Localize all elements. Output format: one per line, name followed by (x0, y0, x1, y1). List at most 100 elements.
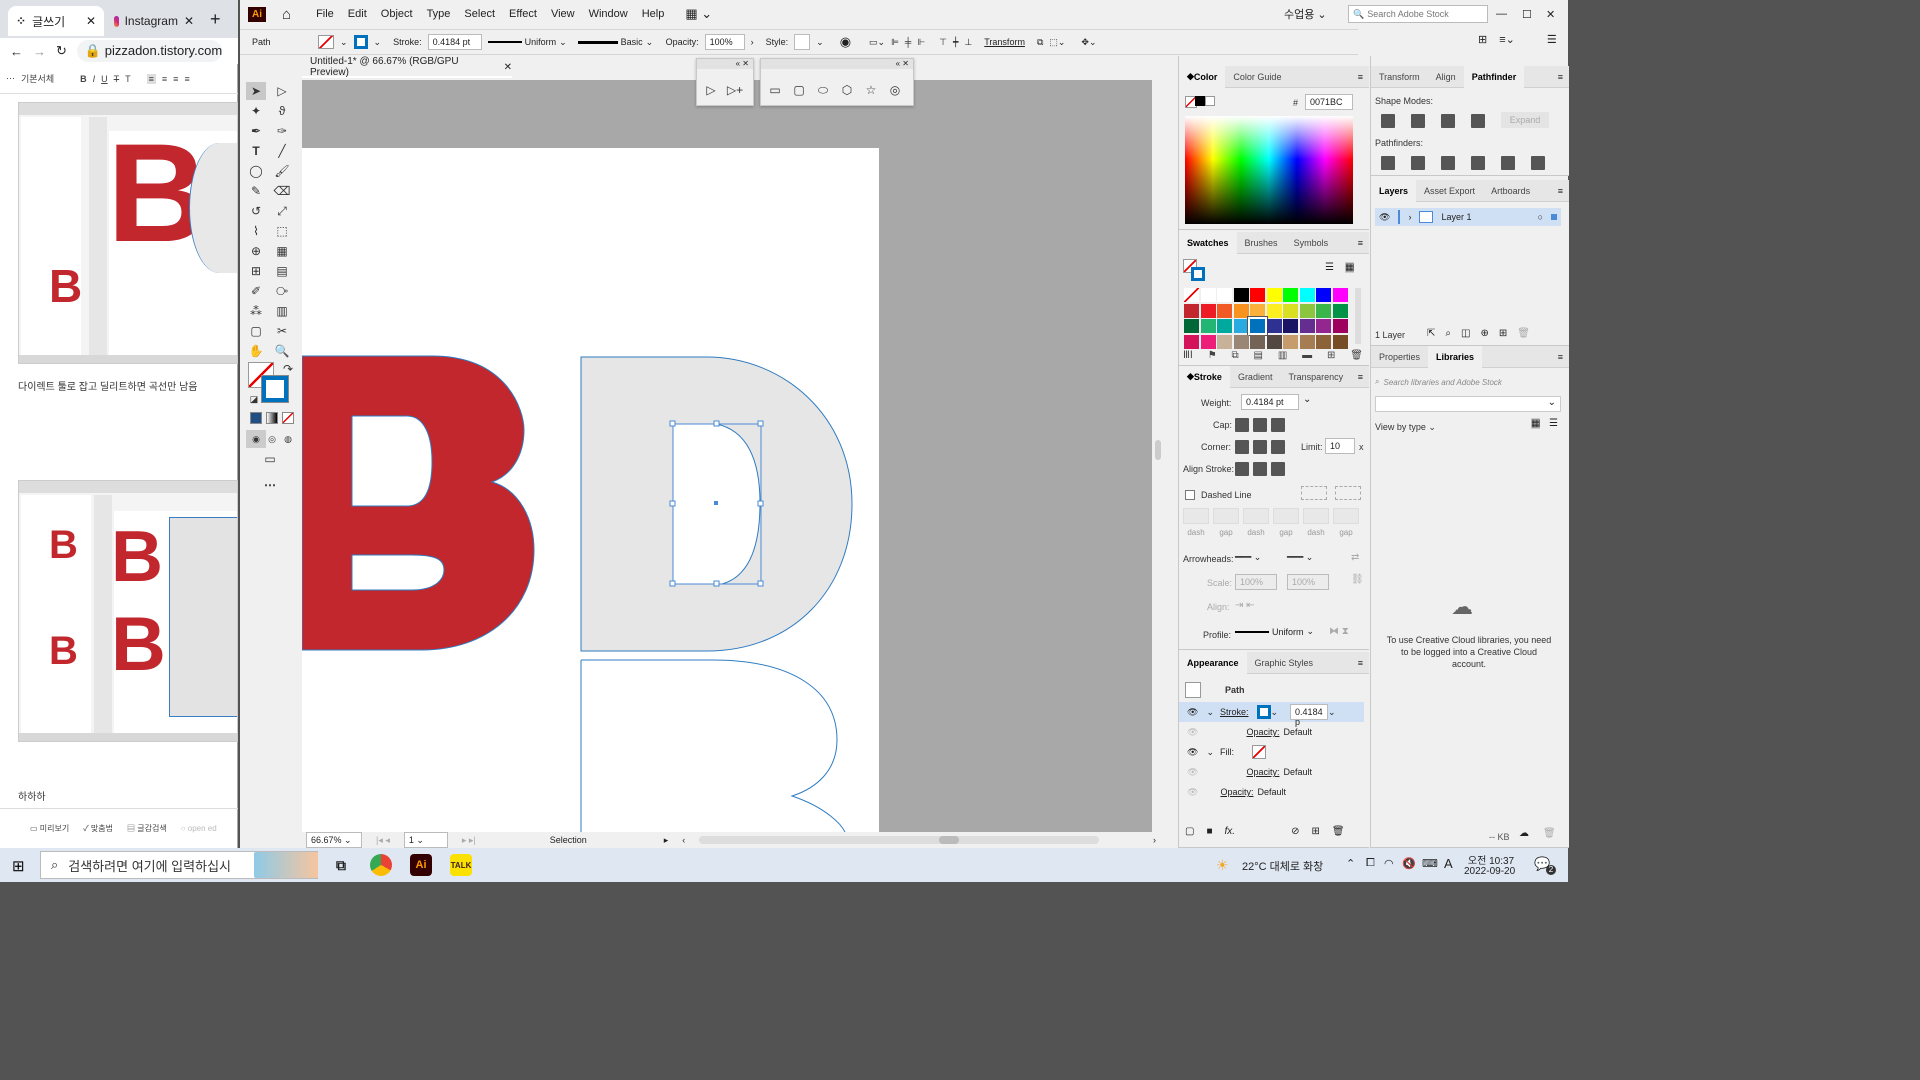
tab-brushes[interactable]: Brushes (1237, 232, 1286, 254)
first-artboard-icon[interactable]: |◂ ◂ (376, 835, 390, 846)
tab-stroke[interactable]: ◆ Stroke (1179, 365, 1230, 388)
fill-swatch-none[interactable] (318, 35, 334, 49)
layer-name[interactable]: Layer 1 (1441, 212, 1471, 222)
align-left-icon[interactable]: ⊫ (891, 37, 899, 48)
trim-icon[interactable] (1411, 156, 1425, 170)
delete-icon[interactable]: 🗑 (1517, 328, 1530, 339)
swap-fill-stroke-icon[interactable]: ↷ (278, 360, 298, 378)
duplicate-item-icon[interactable]: ⊞ (1311, 826, 1319, 837)
artboard-number-field[interactable]: 1 ⌄ (403, 832, 448, 848)
dash-field-1[interactable] (1183, 508, 1209, 524)
maximize-button[interactable]: ☐ (1522, 8, 1532, 21)
weather-text[interactable]: 22°C 대체로 화창 (1242, 858, 1323, 874)
color-swatch[interactable] (1217, 334, 1232, 349)
isolate-icon[interactable]: ⧉ (1037, 37, 1043, 48)
color-swatch[interactable] (1250, 303, 1265, 318)
eye-icon[interactable]: 👁 (1187, 727, 1198, 738)
tab-layers[interactable]: Layers (1371, 179, 1417, 202)
color-swatch[interactable] (1248, 317, 1267, 335)
panel-menu-icon[interactable]: ≡ (1558, 72, 1563, 82)
panel-menu-icon[interactable]: ≡ (1358, 658, 1363, 668)
text-color-button[interactable]: T (125, 74, 131, 84)
screen-mode-icon[interactable]: ▭ (260, 450, 280, 468)
chevron-down-icon[interactable]: ⌄ (1328, 707, 1336, 718)
new-color-group-icon[interactable]: ▥ (1278, 350, 1287, 361)
swatch-library-icon[interactable]: ⅢⅠ (1183, 350, 1193, 361)
close-window-button[interactable]: ✕ (1546, 8, 1555, 21)
pen-tool-icon[interactable]: ✒ (246, 122, 266, 140)
home-icon[interactable]: ⌂ (282, 6, 291, 23)
target-icon[interactable]: ○ (1538, 212, 1543, 222)
show-kinds-icon[interactable]: ⚑ (1208, 350, 1217, 361)
draw-inside-icon[interactable]: ◍ (278, 430, 298, 448)
spellcheck-button[interactable]: ✓ 맞춤법 (83, 823, 113, 834)
select-similar-icon[interactable]: ⬚⌄ (1049, 37, 1065, 48)
panel-menu-icon[interactable]: ≡ (1558, 352, 1563, 362)
color-swatch[interactable] (1332, 334, 1348, 349)
color-swatch[interactable] (1184, 334, 1199, 349)
link-scale-icon[interactable]: ⛓ (1351, 574, 1364, 585)
list-view-icon[interactable]: ☰ (1549, 418, 1558, 429)
canvas-area[interactable] (302, 80, 1164, 832)
panel-toggle-icon[interactable]: ☰ (1547, 33, 1557, 46)
limit-field[interactable]: 10 (1325, 438, 1355, 454)
color-swatch[interactable] (1184, 288, 1199, 302)
gap-field-1[interactable] (1213, 508, 1239, 524)
color-swatch[interactable] (1200, 288, 1216, 302)
more-tools-icon[interactable]: ⋯ (260, 476, 280, 494)
scroll-right-icon[interactable]: › (1153, 835, 1156, 845)
layer-row[interactable]: 👁 › Layer 1 ○ (1375, 208, 1561, 226)
color-swatch[interactable] (1200, 303, 1216, 318)
puppet-warp-icon[interactable]: ✥⌄ (1081, 37, 1096, 48)
direct-selection-tool-icon[interactable]: ▷ (701, 81, 721, 99)
eye-icon[interactable]: 👁 (1187, 747, 1198, 758)
ellipse-tool-icon[interactable]: ◯ (246, 162, 266, 180)
vertical-scrollbar[interactable] (1152, 80, 1164, 832)
search-icon[interactable]: ⌕ (1445, 328, 1451, 339)
direct-selection-tool-icon[interactable]: ▷ (272, 82, 292, 100)
divide-icon[interactable] (1381, 156, 1395, 170)
align-left-button[interactable]: ≡ (146, 73, 156, 84)
fill-opacity-link[interactable]: Opacity: (1246, 767, 1279, 777)
horizontal-scroll-thumb[interactable] (939, 836, 960, 844)
search-highlight-image[interactable] (254, 852, 318, 878)
type-tool-icon[interactable]: T (246, 142, 266, 160)
graph-tool-icon[interactable]: ▥ (272, 302, 292, 320)
round-cap-icon[interactable] (1253, 418, 1267, 432)
grid-view-icon[interactable]: ▦ (1531, 418, 1541, 429)
color-swatch[interactable] (1217, 319, 1232, 333)
network-icon[interactable]: ⧠ (1366, 857, 1375, 870)
align-vcenter-icon[interactable]: ┿ (953, 37, 958, 48)
color-swatch[interactable] (1283, 319, 1298, 333)
appearance-fill-row[interactable]: 👁 ⌄ Fill: (1179, 742, 1364, 762)
chevron-down-icon[interactable]: ⌄ (374, 37, 382, 48)
tab-libraries[interactable]: Libraries (1428, 345, 1483, 368)
tab-asset-export[interactable]: Asset Export (1416, 180, 1483, 202)
recolor-icon[interactable]: ◉ (840, 34, 851, 50)
horizontal-scrollbar[interactable] (699, 836, 1100, 844)
swatch-stroke[interactable] (1191, 267, 1205, 281)
arrange-documents-icon[interactable]: ▦ ⌄ (685, 6, 712, 22)
ime-icon[interactable]: ⌨ (1422, 857, 1438, 870)
exclude-icon[interactable] (1471, 114, 1485, 128)
view-by-select[interactable]: View by type ⌄ (1375, 422, 1436, 433)
gap-field-3[interactable] (1333, 508, 1359, 524)
panel-menu-icon[interactable]: ≡ (1558, 186, 1563, 196)
tab-color-guide[interactable]: Color Guide (1225, 66, 1289, 88)
panel-menu-icon[interactable]: ≡ (1358, 238, 1363, 248)
libraries-search[interactable]: ⌕ Search libraries and Adobe Stock (1375, 374, 1561, 390)
scale-start-field[interactable]: 100% (1235, 574, 1277, 590)
brush-select[interactable]: Basic ⌄ (577, 37, 660, 48)
chrome-icon[interactable] (370, 854, 392, 876)
appearance-fill-label[interactable]: Fill: (1220, 747, 1234, 757)
tab-pathfinder[interactable]: Pathfinder (1463, 65, 1525, 88)
hex-field[interactable]: 0071BC (1305, 94, 1353, 110)
align-right-icon[interactable]: ⊩ (917, 37, 925, 48)
color-swatch[interactable] (1299, 288, 1315, 302)
stroke-indicator[interactable] (262, 376, 288, 402)
curvature-tool-icon[interactable]: ✑ (272, 122, 292, 140)
polygon-tool-icon[interactable]: ⬡ (837, 81, 857, 99)
tab-appearance[interactable]: Appearance (1179, 651, 1247, 674)
bevel-join-icon[interactable] (1271, 440, 1285, 454)
gap-field-2[interactable] (1273, 508, 1299, 524)
